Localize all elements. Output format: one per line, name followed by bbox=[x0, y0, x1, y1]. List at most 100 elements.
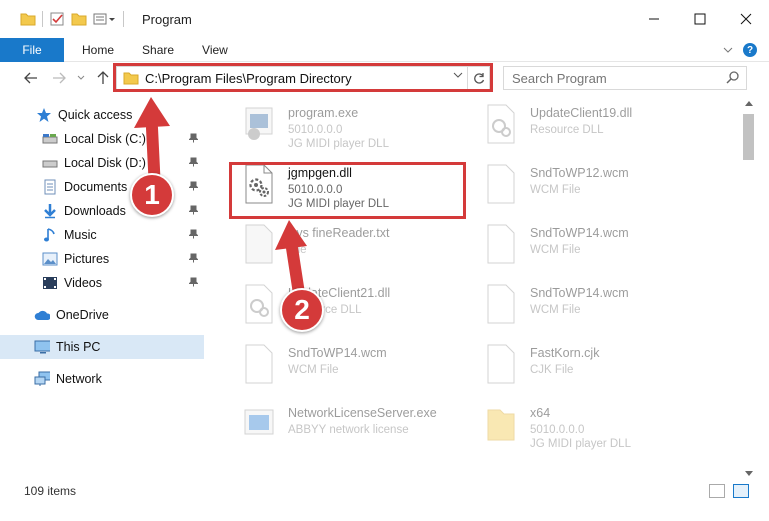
exe-file-icon bbox=[244, 409, 274, 435]
tab-view[interactable]: View bbox=[188, 43, 242, 57]
pictures-icon bbox=[42, 251, 58, 267]
new-folder-icon[interactable] bbox=[71, 12, 87, 26]
properties-icon[interactable] bbox=[49, 11, 65, 27]
quick-access-toolbar: Program bbox=[0, 0, 192, 38]
file-item[interactable]: Sys fineReader.txt File bbox=[228, 218, 468, 276]
maximize-icon bbox=[694, 13, 706, 25]
step-badge-2: 2 bbox=[280, 288, 324, 332]
sidebar-item-local-disk-d[interactable]: Local Disk (D:) bbox=[0, 151, 204, 175]
file-item[interactable]: SndToWP14.wcm WCM File bbox=[228, 338, 468, 396]
scroll-down-icon[interactable] bbox=[740, 466, 757, 480]
generic-file-icon bbox=[245, 344, 273, 384]
generic-file-icon bbox=[487, 224, 515, 264]
file-item[interactable]: SndToWP14.wcm WCM File bbox=[470, 218, 710, 276]
scroll-up-icon[interactable] bbox=[740, 96, 757, 110]
customize-icon[interactable] bbox=[93, 12, 117, 26]
documents-icon bbox=[42, 179, 58, 195]
text-file-icon bbox=[245, 224, 273, 264]
sidebar-item-label: Documents bbox=[64, 180, 128, 194]
file-description: JG MIDI player DLL bbox=[530, 438, 631, 450]
file-list: program.exe 5010.0.0.0 JG MIDI player DL… bbox=[218, 96, 740, 476]
file-name: program.exe bbox=[288, 106, 359, 120]
sidebar-item-network[interactable]: Network bbox=[0, 367, 204, 391]
recent-locations-button[interactable] bbox=[70, 67, 92, 89]
tab-home[interactable]: Home bbox=[68, 43, 128, 57]
pin-icon bbox=[188, 229, 199, 241]
status-bar: 109 items bbox=[0, 480, 769, 502]
file-type: WCM File bbox=[530, 244, 581, 256]
large-icons-view-icon[interactable] bbox=[733, 484, 749, 498]
sidebar-item-label: Local Disk (C:) bbox=[64, 132, 146, 146]
details-view-icon[interactable] bbox=[709, 484, 725, 498]
drive-icon bbox=[42, 131, 58, 147]
arrow-right-icon bbox=[53, 72, 66, 84]
forward-button[interactable] bbox=[48, 67, 70, 89]
arrow-up-icon bbox=[97, 71, 109, 84]
sidebar-item-videos[interactable]: Videos bbox=[0, 271, 204, 295]
sidebar-item-pictures[interactable]: Pictures bbox=[0, 247, 204, 271]
pin-icon bbox=[188, 157, 199, 169]
ribbon-tabs: File Home Share View ? bbox=[0, 37, 769, 62]
cloud-icon bbox=[34, 307, 50, 323]
file-version: 5010.0.0.0 bbox=[530, 424, 585, 436]
sidebar-item-label: Quick access bbox=[58, 108, 133, 122]
address-highlight bbox=[113, 63, 493, 92]
sidebar-item-local-disk-c[interactable]: Local Disk (C:) bbox=[0, 127, 204, 151]
search-icon bbox=[726, 71, 739, 84]
file-name: UpdateClient19.dll bbox=[530, 106, 633, 120]
sidebar-item-label: Network bbox=[56, 372, 102, 386]
file-item[interactable]: NetworkLicenseServer.exe ABBYY network l… bbox=[228, 398, 468, 456]
pin-icon bbox=[188, 181, 199, 193]
file-type: ABBYY network license bbox=[288, 424, 409, 436]
vertical-scrollbar[interactable] bbox=[740, 96, 757, 480]
up-button[interactable] bbox=[92, 67, 114, 89]
sidebar-item-label: Music bbox=[64, 228, 97, 242]
file-name: FastKorn.cjk bbox=[530, 346, 600, 360]
item-count: 109 items bbox=[24, 484, 77, 498]
drive-icon bbox=[42, 155, 58, 171]
file-type: WCM File bbox=[530, 184, 581, 196]
sidebar-item-quick-access[interactable]: Quick access bbox=[0, 103, 204, 127]
file-name: x64 bbox=[530, 406, 551, 420]
pin-icon bbox=[188, 277, 199, 289]
tab-share[interactable]: Share bbox=[128, 43, 188, 57]
scroll-thumb[interactable] bbox=[743, 114, 754, 160]
generic-file-icon bbox=[487, 284, 515, 324]
window-title: Program bbox=[142, 11, 192, 27]
maximize-button[interactable] bbox=[677, 0, 723, 38]
sidebar-item-onedrive[interactable]: OneDrive bbox=[0, 303, 204, 327]
pin-icon bbox=[188, 253, 199, 265]
back-button[interactable] bbox=[20, 67, 42, 89]
generic-file-icon bbox=[487, 164, 515, 204]
star-icon bbox=[36, 107, 52, 123]
file-item[interactable]: FastKorn.cjk CJK File bbox=[470, 338, 710, 396]
file-item[interactable]: program.exe 5010.0.0.0 JG MIDI player DL… bbox=[228, 98, 468, 156]
help-icon[interactable]: ? bbox=[743, 43, 757, 57]
minimize-button[interactable] bbox=[631, 0, 677, 38]
file-item[interactable]: UpdateClient19.dll Resource DLL bbox=[470, 98, 710, 156]
sidebar-item-label: Downloads bbox=[64, 204, 126, 218]
file-item[interactable]: x64 5010.0.0.0 JG MIDI player DLL bbox=[470, 398, 710, 456]
search-box[interactable] bbox=[503, 66, 747, 90]
close-button[interactable] bbox=[723, 0, 769, 38]
file-item[interactable]: SndToWP14.wcm WCM File bbox=[470, 278, 710, 336]
search-input[interactable] bbox=[512, 70, 712, 86]
pin-icon bbox=[188, 205, 199, 217]
music-icon bbox=[42, 227, 58, 243]
sidebar-item-this-pc[interactable]: This PC bbox=[0, 335, 204, 359]
sidebar-item-music[interactable]: Music bbox=[0, 223, 204, 247]
file-description: JG MIDI player DLL bbox=[288, 138, 389, 150]
file-item[interactable]: UpdateClient21.dll Resource DLL bbox=[228, 278, 468, 336]
title-bar: Program bbox=[0, 0, 769, 38]
chevron-down-icon bbox=[77, 75, 85, 80]
file-name: SndToWP12.wcm bbox=[530, 166, 629, 180]
tab-file[interactable]: File bbox=[0, 37, 64, 62]
expand-ribbon-icon[interactable] bbox=[723, 46, 733, 54]
sidebar-item-downloads[interactable]: Downloads bbox=[0, 199, 204, 223]
file-name: Sys fineReader.txt bbox=[288, 226, 390, 240]
videos-icon bbox=[42, 275, 58, 291]
file-item[interactable]: SndToWP12.wcm WCM File bbox=[470, 158, 710, 216]
file-type: WCM File bbox=[530, 304, 581, 316]
sidebar-item-label: Local Disk (D:) bbox=[64, 156, 146, 170]
file-type: File bbox=[288, 244, 307, 256]
